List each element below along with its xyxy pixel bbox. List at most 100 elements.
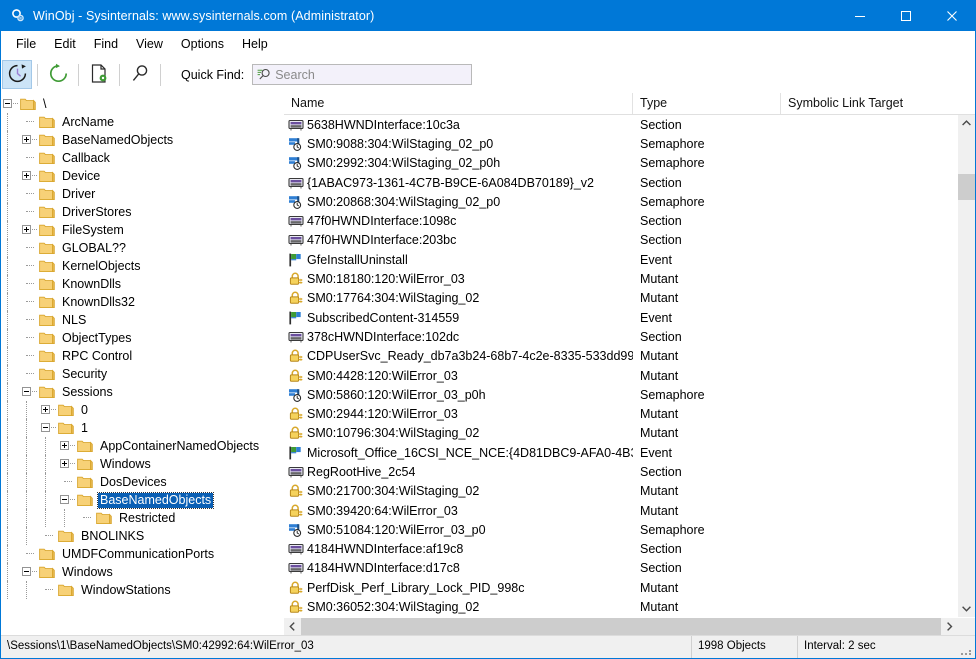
folder-icon [77, 493, 93, 507]
tree-item-rpc-control[interactable]: RPC Control [1, 347, 282, 365]
tree-item-umdfcommunicationports[interactable]: UMDFCommunicationPorts [1, 545, 282, 563]
list-vertical-scrollbar[interactable] [957, 115, 975, 617]
menu-edit[interactable]: Edit [45, 34, 85, 55]
menu-view[interactable]: View [127, 34, 172, 55]
list-cell-name: SM0:10796:304:WilStaging_02 [284, 425, 633, 441]
list-item[interactable]: SM0:9088:304:WilStaging_02_p0Semaphore [284, 134, 975, 153]
auto-refresh-toggle[interactable] [2, 60, 32, 89]
list-item[interactable]: GfeInstallUninstallEvent [284, 250, 975, 269]
list-item[interactable]: SubscribedContent-314559Event [284, 308, 975, 327]
tree-item-knowndlls[interactable]: KnownDlls [1, 275, 282, 293]
list-item[interactable]: SM0:39420:64:WilError_03Mutant [284, 501, 975, 520]
tree-item-driverstores[interactable]: DriverStores [1, 203, 282, 221]
list-horizontal-scrollbar[interactable] [284, 617, 975, 635]
expand-plus-icon[interactable] [22, 135, 31, 144]
list-item[interactable]: 4184HWNDInterface:d17c8Section [284, 559, 975, 578]
tree-item-security[interactable]: Security [1, 365, 282, 383]
list-item[interactable]: Microsoft_Office_16CSI_NCE_NCE:{4D81DBC9… [284, 443, 975, 462]
tree-item-basenamedobjects[interactable]: BaseNamedObjects [1, 491, 282, 509]
menu-file[interactable]: File [7, 34, 45, 55]
section-icon [288, 464, 304, 480]
scroll-down-arrow[interactable] [958, 600, 975, 617]
tree-item-global[interactable]: GLOBAL?? [1, 239, 282, 257]
list-item[interactable]: SM0:20868:304:WilStaging_02_p0Semaphore [284, 192, 975, 211]
tree-item-dosdevices[interactable]: DosDevices [1, 473, 282, 491]
list-item[interactable]: 47f0HWNDInterface:1098cSection [284, 211, 975, 230]
expand-plus-icon[interactable] [60, 459, 69, 468]
list-item[interactable]: SM0:17764:304:WilStaging_02Mutant [284, 289, 975, 308]
list-item[interactable]: SM0:4428:120:WilError_03Mutant [284, 366, 975, 385]
column-header-type[interactable]: Type [633, 93, 781, 114]
list-item[interactable]: 378cHWNDInterface:102dcSection [284, 327, 975, 346]
object-tree-pane[interactable]: \ArcNameBaseNamedObjectsCallbackDeviceDr… [1, 93, 283, 635]
list-item[interactable]: {1ABAC973-1361-4C7B-B9CE-6A084DB70189}_v… [284, 173, 975, 192]
list-item[interactable]: RegRootHive_2c54Section [284, 462, 975, 481]
collapse-minus-icon[interactable] [60, 495, 69, 504]
list-item[interactable]: 47f0HWNDInterface:203bcSection [284, 231, 975, 250]
tree-item-appcontainernamedobjects[interactable]: AppContainerNamedObjects [1, 437, 282, 455]
tree-item-windows[interactable]: Windows [1, 563, 282, 581]
menu-help[interactable]: Help [233, 34, 277, 55]
tree-item-basenamedobjects[interactable]: BaseNamedObjects [1, 131, 282, 149]
tree-item-windows[interactable]: Windows [1, 455, 282, 473]
list-item[interactable]: CDPUserSvc_Ready_db7a3b24-68b7-4c2e-8335… [284, 347, 975, 366]
list-item[interactable]: SM0:2992:304:WilStaging_02_p0hSemaphore [284, 154, 975, 173]
maximize-button[interactable] [883, 1, 929, 31]
tree-item-1[interactable]: 1 [1, 419, 282, 437]
tree-item-sessions[interactable]: Sessions [1, 383, 282, 401]
collapse-minus-icon[interactable] [3, 99, 12, 108]
tree-item-callback[interactable]: Callback [1, 149, 282, 167]
scroll-left-arrow[interactable] [284, 618, 301, 635]
expand-plus-icon[interactable] [60, 441, 69, 450]
column-header-name[interactable]: Name [284, 93, 633, 114]
scroll-right-arrow[interactable] [941, 618, 958, 635]
menu-options[interactable]: Options [172, 34, 233, 55]
tree-item-0[interactable]: 0 [1, 401, 282, 419]
collapse-minus-icon[interactable] [22, 387, 31, 396]
list-item[interactable]: SM0:36052:304:WilStaging_02Mutant [284, 597, 975, 616]
scroll-up-arrow[interactable] [958, 115, 975, 132]
tree-item-restricted[interactable]: Restricted [1, 509, 282, 527]
list-item[interactable]: 5638HWNDInterface:10c3aSection [284, 115, 975, 134]
collapse-minus-icon[interactable] [41, 423, 50, 432]
vertical-scroll-track[interactable] [958, 132, 975, 600]
tree-item-objecttypes[interactable]: ObjectTypes [1, 329, 282, 347]
list-item[interactable]: 4184HWNDInterface:af19c8Section [284, 540, 975, 559]
collapse-minus-icon[interactable] [22, 567, 31, 576]
tree-item-knowndlls32[interactable]: KnownDlls32 [1, 293, 282, 311]
folder-icon [58, 421, 74, 435]
list-item[interactable]: SM0:51084:120:WilError_03_p0Semaphore [284, 520, 975, 539]
tree-item-arcname[interactable]: ArcName [1, 113, 282, 131]
tree-item-filesystem[interactable]: FileSystem [1, 221, 282, 239]
tree-item-device[interactable]: Device [1, 167, 282, 185]
object-list-pane[interactable]: Name Type Symbolic Link Target 5638HWNDI… [283, 93, 975, 635]
list-item[interactable]: SM0:21700:304:WilStaging_02Mutant [284, 482, 975, 501]
expand-plus-icon[interactable] [22, 225, 31, 234]
tree-item-kernelobjects[interactable]: KernelObjects [1, 257, 282, 275]
find-button[interactable] [125, 60, 155, 89]
list-item[interactable]: SM0:18180:120:WilError_03Mutant [284, 269, 975, 288]
tree-item-driver[interactable]: Driver [1, 185, 282, 203]
list-item[interactable]: SM0:2944:120:WilError_03Mutant [284, 404, 975, 423]
event-icon [288, 445, 304, 461]
resize-grip[interactable] [957, 636, 975, 658]
list-item[interactable]: PerfDisk_Perf_Library_Lock_PID_998cMutan… [284, 578, 975, 597]
list-item[interactable]: SM0:5860:120:WilError_03_p0hSemaphore [284, 385, 975, 404]
list-item[interactable]: SM0:10796:304:WilStaging_02Mutant [284, 424, 975, 443]
tree-item-nls[interactable]: NLS [1, 311, 282, 329]
refresh-button[interactable] [43, 60, 73, 89]
properties-button[interactable] [84, 60, 114, 89]
horizontal-scroll-thumb[interactable] [301, 618, 941, 635]
search-input[interactable] [275, 68, 465, 82]
quick-find-box[interactable] [252, 64, 472, 85]
column-header-symbolic-link-target[interactable]: Symbolic Link Target [781, 93, 975, 114]
minimize-button[interactable] [837, 1, 883, 31]
menu-find[interactable]: Find [85, 34, 127, 55]
vertical-scroll-thumb[interactable] [958, 174, 975, 200]
close-button[interactable] [929, 1, 975, 31]
tree-item-windowstations[interactable]: WindowStations [1, 581, 282, 599]
tree-item-[interactable]: \ [1, 95, 282, 113]
tree-item-bnolinks[interactable]: BNOLINKS [1, 527, 282, 545]
expand-plus-icon[interactable] [22, 171, 31, 180]
expand-plus-icon[interactable] [41, 405, 50, 414]
